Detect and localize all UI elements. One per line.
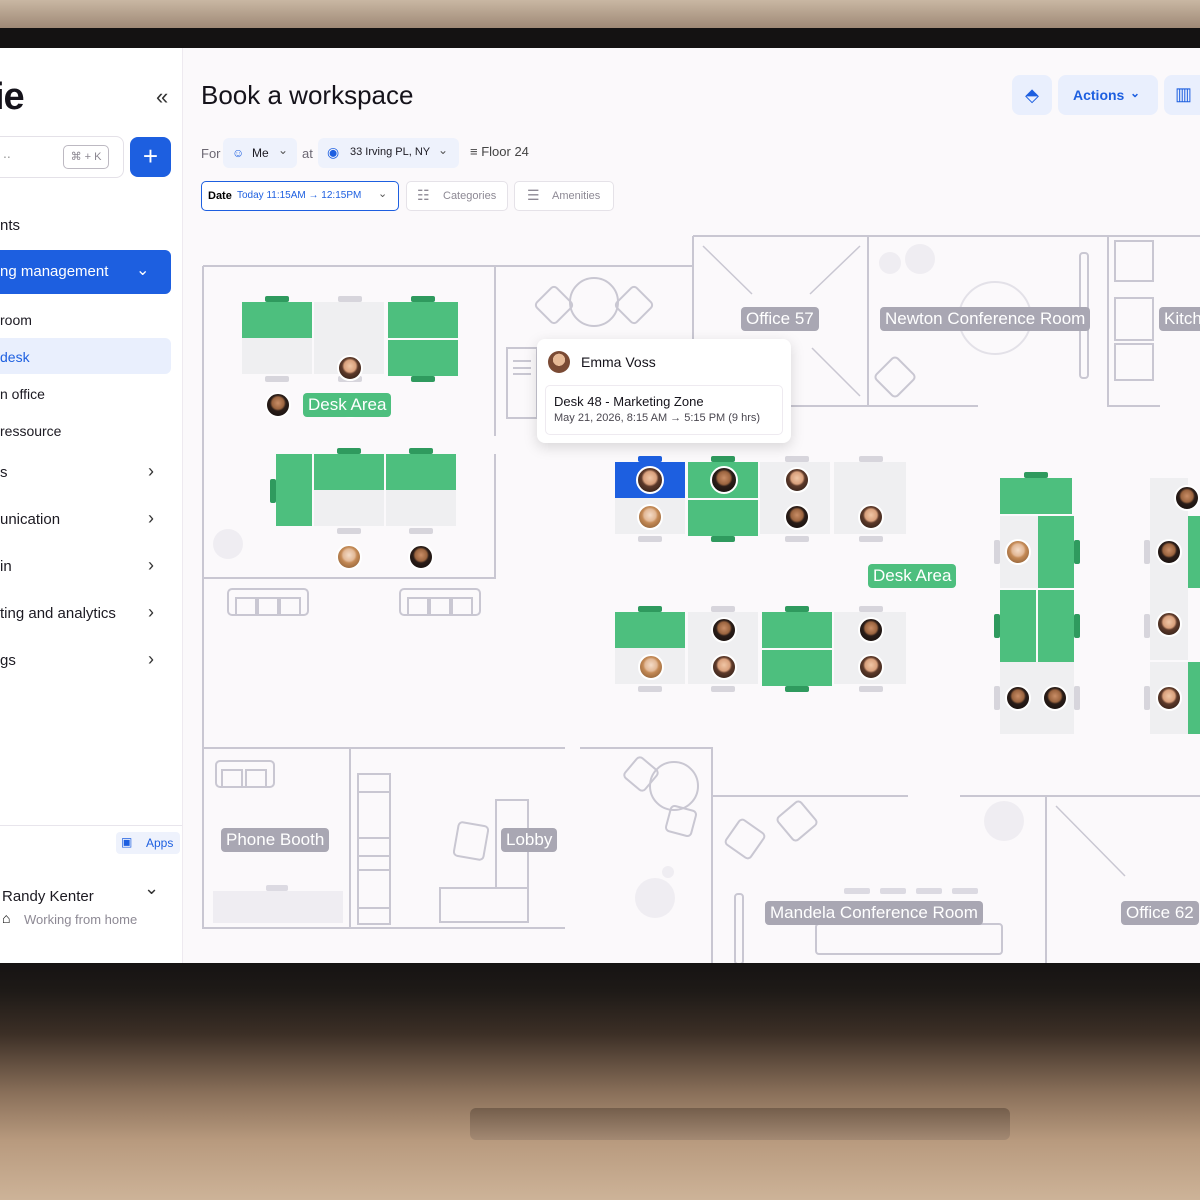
sidebar-item-admin[interactable]: in — [0, 558, 12, 575]
search-input[interactable]: .. ⌘ + K — [0, 136, 124, 178]
laptop-trackpad — [470, 1108, 1010, 1140]
app-screen: Office 57 Newton Conference Room Kitch P… — [0, 48, 1200, 963]
date-filter[interactable]: Date Today 11:15AM → 12:15PM ⌄ — [201, 181, 399, 211]
avatar — [548, 351, 570, 373]
categories-filter[interactable]: ☷ Categories — [406, 181, 508, 211]
page-title: Book a workspace — [201, 80, 414, 110]
room-label-lobby[interactable]: Lobby — [501, 828, 558, 852]
map-icon: ▥ — [1175, 84, 1193, 104]
map-view-button[interactable]: ▥ — [1164, 75, 1200, 115]
sidebar-item-communication[interactable]: unication — [0, 511, 60, 528]
chevron-down-icon[interactable]: ⌄ — [144, 878, 159, 899]
chevron-right-icon: › — [148, 461, 154, 481]
sidebar-item-label: ng management — [0, 263, 109, 280]
sidebar-item-events[interactable]: nts — [0, 217, 20, 234]
amenities-label: Amenities — [552, 190, 601, 202]
for-value: Me — [252, 146, 269, 160]
apps-label: Apps — [146, 836, 174, 850]
sidebar-item-settings[interactable]: gs — [0, 652, 16, 669]
sidebar-item-booking-management[interactable]: ng management ⌄ — [0, 250, 171, 294]
location-value: 33 Irving PL, NY — [350, 146, 431, 158]
room-label-newton[interactable]: Newton Conference Room — [880, 307, 1091, 331]
sidebar-item-group[interactable]: s — [0, 464, 8, 481]
date-value: Today 11:15AM → 12:15PM — [237, 190, 362, 201]
tooltip-time: May 21, 2026, 8:15 AM → 5:15 PM (9 hrs) — [554, 412, 761, 424]
chevron-right-icon: › — [148, 602, 154, 622]
sidebar-item-resource[interactable]: ressource — [0, 423, 61, 439]
tag-icon: ⬘ — [1025, 85, 1039, 105]
desk-area-label[interactable]: Desk Area — [868, 564, 957, 588]
person-icon: ☺ — [232, 146, 245, 160]
desk-booking-tooltip: Emma Voss Desk 48 - Marketing Zone May 2… — [537, 339, 791, 443]
search-placeholder: .. — [3, 145, 11, 161]
desk-area-label[interactable]: Desk Area — [303, 393, 392, 417]
collapse-sidebar-icon[interactable]: « — [156, 84, 168, 110]
room-label-kitchen[interactable]: Kitch — [1159, 307, 1200, 331]
sidebar-item-office[interactable]: n office — [0, 386, 45, 402]
grid-icon: ☷ — [417, 187, 430, 203]
room-label-phone-booth[interactable]: Phone Booth — [221, 828, 330, 852]
actions-button[interactable]: Actions ⌄ — [1058, 75, 1158, 115]
pin-icon: ◉ — [327, 144, 340, 160]
categories-label: Categories — [443, 190, 497, 202]
amenities-filter[interactable]: ☰ Amenities — [514, 181, 614, 211]
app-logo: ie — [0, 76, 25, 118]
floor-selector[interactable]: ≡ Floor 24 — [470, 144, 529, 159]
add-button[interactable]: + — [130, 137, 171, 177]
room-label-office-62[interactable]: Office 62 — [1121, 901, 1199, 925]
laptop-base — [0, 963, 1200, 1200]
tooltip-person: Emma Voss — [581, 354, 656, 370]
tooltip-desk: Desk 48 - Marketing Zone — [554, 394, 704, 409]
date-label: Date — [208, 190, 232, 202]
shortcut-hint: ⌘ + K — [63, 145, 109, 169]
laptop-bezel — [0, 28, 1200, 50]
apps-icon: ▣ — [121, 835, 133, 849]
floor-value: Floor 24 — [481, 144, 529, 159]
for-select[interactable]: ☺ Me ⌄ — [223, 138, 297, 168]
tag-button[interactable]: ⬘ — [1012, 75, 1052, 115]
chevron-right-icon: › — [148, 649, 154, 669]
chevron-down-icon: ⌄ — [378, 188, 388, 200]
sidebar-item-reporting[interactable]: ting and analytics — [0, 605, 116, 622]
list-icon: ☰ — [527, 187, 540, 203]
location-select[interactable]: ◉ 33 Irving PL, NY ⌄ — [318, 138, 459, 168]
apps-button[interactable]: ▣ Apps — [116, 832, 180, 854]
room-label-mandela[interactable]: Mandela Conference Room — [765, 901, 983, 925]
chevron-down-icon: ⌄ — [278, 143, 289, 157]
booking-details: Desk 48 - Marketing Zone May 21, 2026, 8… — [545, 385, 783, 435]
chevron-right-icon: › — [148, 555, 154, 575]
room-label-office-57[interactable]: Office 57 — [741, 307, 819, 331]
divider — [0, 825, 182, 826]
chevron-right-icon: › — [148, 508, 154, 528]
sidebar-item-desk[interactable]: desk — [0, 349, 30, 365]
layers-icon: ≡ — [470, 144, 478, 159]
chevron-down-icon: ⌄ — [1130, 86, 1141, 100]
for-label: For — [201, 146, 221, 161]
chevron-down-icon: ⌄ — [136, 262, 150, 279]
user-name[interactable]: Randy Kenter — [2, 888, 94, 905]
sidebar: ie « .. ⌘ + K + nts ng management ⌄ room… — [0, 48, 183, 963]
home-icon: ⌂ — [2, 910, 11, 926]
plus-icon: + — [142, 141, 159, 171]
user-status: Working from home — [24, 912, 138, 927]
at-label: at — [302, 146, 313, 161]
chevron-down-icon: ⌄ — [438, 143, 449, 157]
sidebar-item-room[interactable]: room — [0, 312, 32, 328]
actions-label: Actions — [1073, 87, 1125, 103]
